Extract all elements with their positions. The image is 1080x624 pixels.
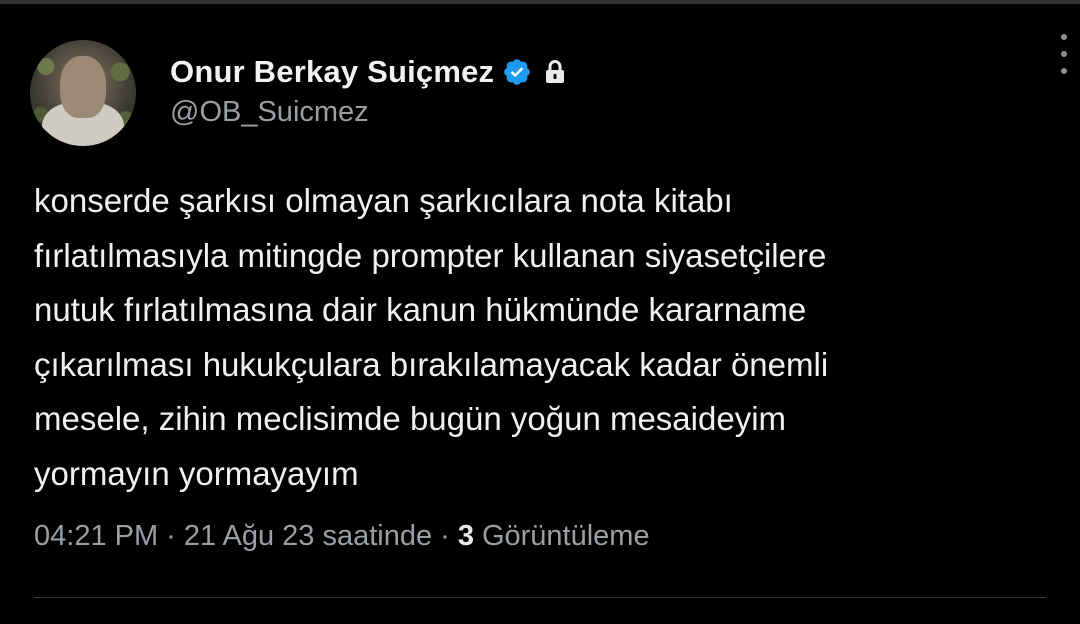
tweet-date[interactable]: 21 Ağu 23 saatinde	[184, 520, 432, 553]
tweet-card: Onur Berkay Suiçmez @OB_Suicmez konserde…	[0, 0, 1080, 624]
avatar[interactable]	[30, 40, 136, 146]
more-dot-icon	[1061, 51, 1067, 57]
avatar-face	[60, 56, 106, 118]
more-dot-icon	[1061, 34, 1067, 40]
tweet-header: Onur Berkay Suiçmez @OB_Suicmez	[30, 40, 1050, 150]
tweet-meta: 04:21 PM · 21 Ağu 23 saatinde · 3 Görünt…	[34, 520, 650, 553]
more-dot-icon	[1061, 68, 1067, 74]
tweet-text-line: nutuk fırlatılmasına dair kanun hükmünde…	[34, 291, 807, 328]
lock-icon	[546, 60, 565, 83]
tweet-text-line: çıkarılması hukukçulara bırakılamayacak …	[34, 345, 829, 383]
tweet-text-line: mesele, zihin meclisimde bugün yoğun mes…	[34, 400, 787, 437]
author-identity: Onur Berkay Suiçmez @OB_Suicmez	[170, 54, 566, 150]
views-label: Görüntüleme	[481, 520, 650, 552]
meta-separator: ·	[166, 520, 176, 552]
meta-separator: ·	[440, 520, 450, 552]
more-options-button[interactable]	[1054, 34, 1074, 74]
name-row: Onur Berkay Suiçmez	[170, 54, 566, 90]
author-handle[interactable]: @OB_Suicmez	[170, 96, 566, 129]
tweet-text-line: fırlatılmasıyla mitingde prompter kullan…	[34, 236, 827, 274]
author-display-name[interactable]: Onur Berkay Suiçmez	[170, 54, 494, 90]
views-count: 3	[457, 520, 474, 552]
verified-badge-icon	[504, 59, 531, 85]
tweet-time[interactable]: 04:21 PM	[34, 520, 158, 553]
divider	[34, 597, 1046, 598]
tweet-text: konserde şarkısı olmayan şarkıcılara not…	[34, 174, 1054, 501]
tweet-text-line: konserde şarkısı olmayan şarkıcılara not…	[34, 182, 733, 219]
tweet-text-line: yormayın yormayayım	[34, 454, 359, 492]
